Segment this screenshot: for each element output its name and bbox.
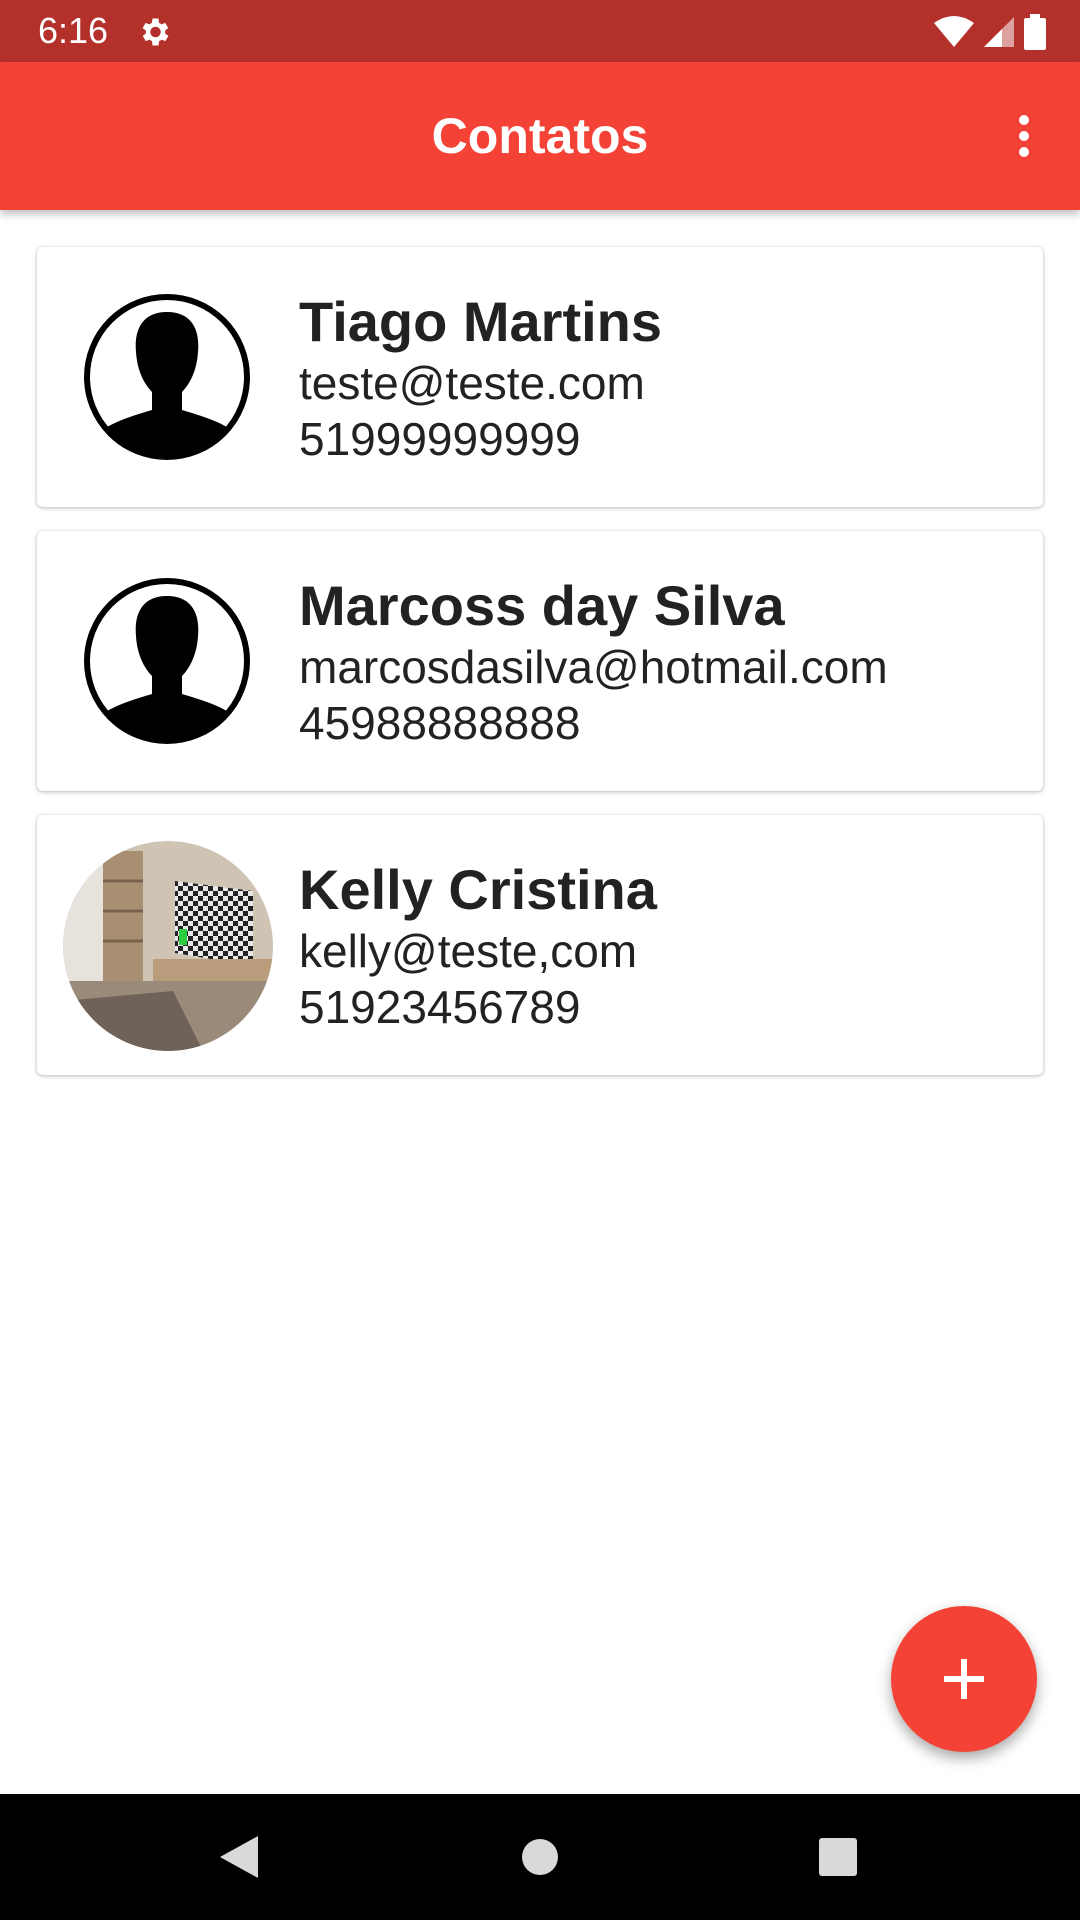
contact-email: kelly@teste,com — [299, 925, 638, 977]
app-bar: Contatos — [0, 62, 1080, 210]
battery-icon — [1024, 14, 1046, 50]
contact-phone: 51999999999 — [299, 413, 581, 465]
contact-phone: 45988888888 — [299, 697, 581, 749]
more-vert-icon — [1019, 115, 1029, 157]
contact-phone: 51923456789 — [299, 981, 581, 1033]
page-title: Contatos — [431, 108, 649, 164]
contact-name: Tiago Martins — [299, 290, 663, 353]
contact-list: Tiago Martins teste@teste.com 5199999999… — [37, 247, 1043, 1099]
contact-card[interactable]: Tiago Martins teste@teste.com 5199999999… — [37, 247, 1043, 507]
plus-icon — [944, 1659, 984, 1699]
contact-email: marcosdasilva@hotmail.com — [299, 641, 888, 693]
wifi-icon — [934, 16, 974, 47]
home-icon — [522, 1839, 558, 1875]
cell-signal-icon — [984, 17, 1014, 47]
recents-button[interactable] — [810, 1829, 866, 1885]
default-person-icon — [82, 576, 252, 746]
contact-card[interactable]: Kelly Cristina kelly@teste,com 519234567… — [37, 815, 1043, 1075]
back-button[interactable] — [210, 1829, 266, 1885]
settings-gear-icon — [142, 18, 169, 46]
overflow-menu-button[interactable] — [992, 104, 1056, 168]
contact-name: Marcoss day Silva — [299, 574, 785, 637]
contact-card[interactable]: Marcoss day Silva marcosdasilva@hotmail.… — [37, 531, 1043, 791]
contact-name: Kelly Cristina — [299, 858, 657, 921]
home-button[interactable] — [512, 1829, 568, 1885]
add-contact-button[interactable] — [891, 1606, 1037, 1752]
contact-email: teste@teste.com — [299, 357, 645, 409]
status-time: 6:16 — [38, 10, 109, 51]
back-icon — [220, 1836, 258, 1878]
navigation-bar — [0, 1794, 1080, 1920]
status-icons — [934, 14, 1046, 50]
recents-icon — [819, 1838, 857, 1876]
status-bar: 6:16 — [0, 0, 1080, 62]
default-person-icon — [82, 292, 252, 462]
contact-photo — [63, 841, 273, 1051]
